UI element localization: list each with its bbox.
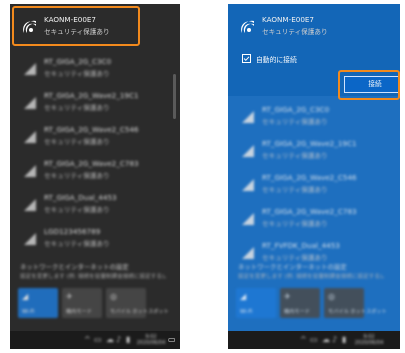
network-ssid: RT_GIGA_2G_C3C0 — [262, 105, 330, 114]
network-security: セキュリティ保護あり — [44, 206, 110, 214]
network-item[interactable]: RT_GIGA_2G_Wave2_19C1 セキュリティ保護あり — [228, 134, 400, 168]
wifi-icon — [240, 245, 256, 261]
wifi-icon: ◢ — [240, 292, 247, 301]
wifi-icon — [22, 95, 38, 111]
network-ssid: RT_FVFDK_Dual_4453 — [262, 241, 340, 250]
volume-icon[interactable]: ♪ — [332, 335, 337, 344]
network-icon[interactable]: ▭ — [310, 335, 318, 344]
network-item[interactable]: RT_GIGA_2G_Wave2_19C1 セキュリティ保護あり — [10, 86, 180, 120]
cloud-icon[interactable]: ☁ — [322, 335, 330, 344]
network-ssid: RT_GIGA_2G_Wave2_C783 — [44, 159, 139, 168]
network-item[interactable]: RT_GIGA_2G_C3C0 セキュリティ保護あり — [228, 100, 400, 134]
left-wifi-flyout: KAONM-E00E7 セキュリティ保護あり RT_GIGA_2G_C3C0 セ… — [10, 4, 180, 349]
wifi-icon — [240, 109, 256, 125]
network-settings-description: 設定を変更します (例: 接続を従量制課金接続に設定する)。 — [238, 274, 388, 280]
network-ssid: RT_GIGA_2G_C3C0 — [44, 57, 112, 66]
taskbar: ^ ▭ ☁ ♪ ▮ 9:02 2020/06/04 ▭ — [10, 331, 180, 349]
auto-connect-label: 自動的に接続 — [256, 56, 297, 64]
airplane-icon: ✈ — [284, 292, 291, 301]
network-settings-description: 設定を変更します (例: 接続を従量制課金接続に設定する)。 — [20, 274, 170, 280]
taskbar: ^ ▭ ☁ ♪ ▮ 9:02 2020/06/04 — [228, 331, 400, 349]
network-ssid: RT_GIGA_2G_Wave2_19C1 — [44, 91, 139, 100]
network-item[interactable]: RT_GIGA_Dual_4453 セキュリティ保護あり — [10, 188, 180, 222]
battery-icon[interactable]: ▮ — [342, 335, 346, 344]
wifi-tile[interactable]: ◢ Wi-Fi — [18, 288, 58, 318]
chevron-up-icon[interactable]: ^ — [300, 335, 307, 344]
network-security: セキュリティ保護あり — [262, 152, 328, 160]
highlight-box — [12, 6, 140, 46]
wifi-icon — [22, 197, 38, 213]
network-security: セキュリティ保護あり — [44, 70, 110, 78]
clock[interactable]: 9:02 2020/06/04 — [136, 334, 166, 346]
wifi-icon — [22, 163, 38, 179]
mobile-hotspot-tile[interactable]: ◎ モバイル ホットスポット — [324, 288, 387, 318]
network-item[interactable]: RT_GIGA_2G_Wave2_C783 セキュリティ保護あり — [10, 154, 180, 188]
wifi-icon — [22, 61, 38, 77]
chevron-up-icon[interactable]: ^ — [84, 335, 91, 344]
network-ssid: RT_GIGA_2G_Wave2_C546 — [262, 173, 357, 182]
network-item-selected[interactable]: KAONM-E00E7 セキュリティ保護あり — [228, 10, 400, 44]
network-item[interactable]: RT_GIGA_2G_Wave2_C783 セキュリティ保護あり — [228, 202, 400, 236]
auto-connect-checkbox[interactable] — [242, 54, 251, 63]
network-item[interactable]: RT_GIGA_2G_Wave2_C546 セキュリティ保護あり — [228, 168, 400, 202]
network-ssid: KAONM-E00E7 — [262, 15, 315, 24]
network-settings-link[interactable]: ネットワークとインターネットの設定 — [238, 262, 347, 271]
network-item[interactable]: RT_GIGA_2G_Wave2_C546 セキュリティ保護あり — [10, 120, 180, 154]
airplane-icon: ✈ — [66, 292, 73, 301]
cloud-icon[interactable]: ☁ — [106, 335, 114, 344]
mobile-hotspot-tile[interactable]: ◎ モバイル ホットスポット — [106, 288, 169, 318]
network-icon[interactable]: ▭ — [94, 335, 102, 344]
battery-icon[interactable]: ▮ — [126, 335, 130, 344]
wifi-icon — [240, 211, 256, 227]
mobile-hotspot-icon: ◎ — [328, 292, 335, 301]
highlight-box — [338, 70, 400, 100]
wifi-tile[interactable]: ◢ Wi-Fi — [236, 288, 276, 318]
network-security: セキュリティ保護あり — [44, 138, 110, 146]
mobile-hotspot-icon: ◎ — [110, 292, 117, 301]
network-security: セキュリティ保護あり — [262, 220, 328, 228]
wifi-icon: ◢ — [22, 292, 29, 301]
wifi-icon — [240, 19, 256, 35]
airplane-mode-tile[interactable]: ✈ 機内モード — [62, 288, 102, 318]
network-security: セキュリティ保護あり — [262, 254, 328, 262]
network-ssid: RT_GIGA_2G_Wave2_19C1 — [262, 139, 357, 148]
network-security: セキュリティ保護あり — [262, 186, 328, 194]
network-security: セキュリティ保護あり — [262, 28, 328, 36]
network-security: セキュリティ保護あり — [44, 240, 110, 248]
network-item[interactable]: RT_GIGA_2G_C3C0 セキュリティ保護あり — [10, 52, 180, 86]
wifi-icon — [22, 129, 38, 145]
network-security: セキュリティ保護あり — [44, 104, 110, 112]
volume-icon[interactable]: ♪ — [116, 335, 121, 344]
network-security: セキュリティ保護あり — [44, 172, 110, 180]
wifi-icon — [22, 231, 38, 247]
network-ssid: LGD123456789 — [44, 227, 101, 236]
network-item[interactable]: LGD123456789 セキュリティ保護あり — [10, 222, 180, 256]
airplane-mode-tile[interactable]: ✈ 機内モード — [280, 288, 320, 318]
network-security: セキュリティ保護あり — [262, 118, 328, 126]
network-settings-link[interactable]: ネットワークとインターネットの設定 — [20, 262, 129, 271]
notification-icon[interactable]: ▭ — [168, 335, 176, 344]
right-wifi-flyout: KAONM-E00E7 セキュリティ保護あり 自動的に接続 接続 RT_GIGA… — [228, 4, 400, 349]
clock[interactable]: 9:02 2020/06/04 — [354, 334, 384, 346]
wifi-icon — [240, 143, 256, 159]
wifi-icon — [240, 177, 256, 193]
network-ssid: RT_GIGA_Dual_4453 — [44, 193, 117, 202]
network-ssid: RT_GIGA_2G_Wave2_C783 — [262, 207, 357, 216]
network-ssid: RT_GIGA_2G_Wave2_C546 — [44, 125, 139, 134]
